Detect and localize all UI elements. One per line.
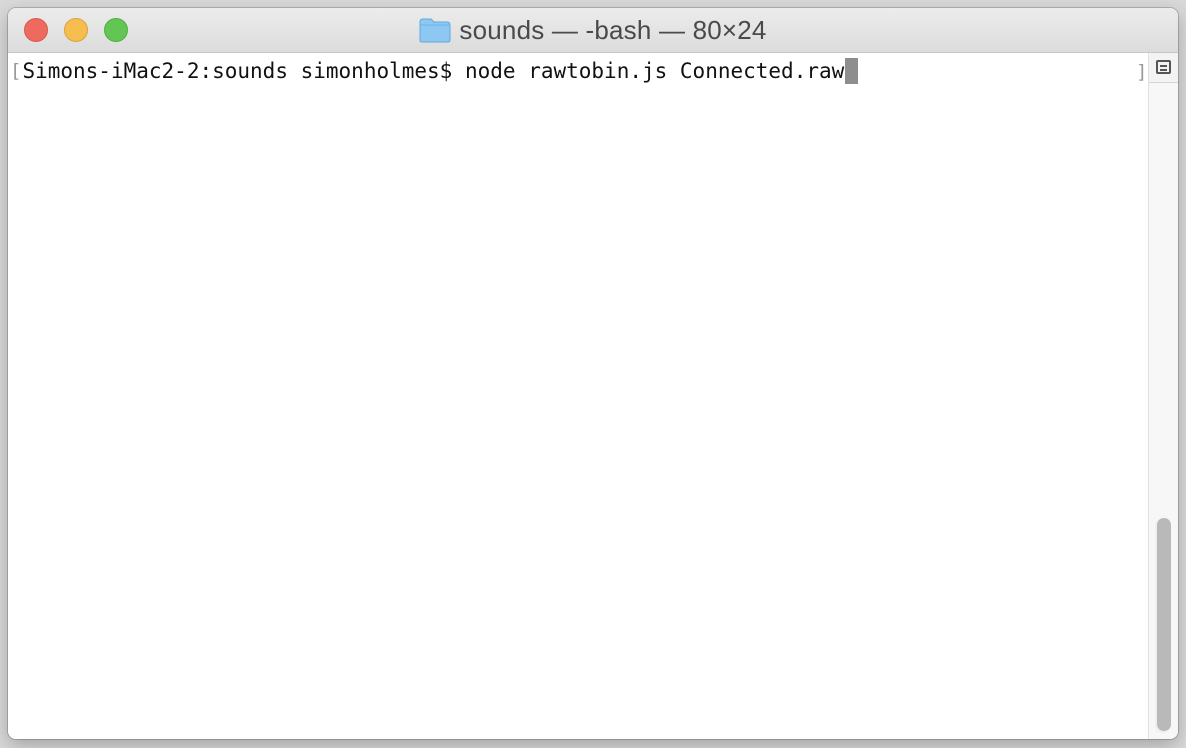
left-marker: [ [10, 60, 22, 82]
shell-command[interactable]: node rawtobin.js Connected.raw [465, 59, 844, 83]
folder-icon [419, 17, 451, 43]
terminal-window: sounds — -bash — 80×24 [ Simons-iMac2-2:… [8, 8, 1178, 739]
scrollbar-thumb[interactable] [1157, 518, 1171, 731]
window-titlebar[interactable]: sounds — -bash — 80×24 [8, 8, 1178, 53]
window-title-text: sounds — -bash — 80×24 [459, 14, 767, 45]
terminal-content[interactable]: [ Simons-iMac2-2:sounds simonholmes$ nod… [8, 53, 1148, 739]
command-line[interactable]: [ Simons-iMac2-2:sounds simonholmes$ nod… [10, 58, 859, 84]
right-marker: ] [1136, 61, 1148, 83]
prompt-spacer [452, 59, 465, 83]
window-title: sounds — -bash — 80×24 [8, 8, 1178, 52]
split-pane-icon [1156, 60, 1171, 74]
shell-prompt: Simons-iMac2-2:sounds simonholmes$ [22, 59, 453, 83]
split-pane-button[interactable] [1149, 53, 1178, 83]
block-cursor [845, 58, 859, 84]
